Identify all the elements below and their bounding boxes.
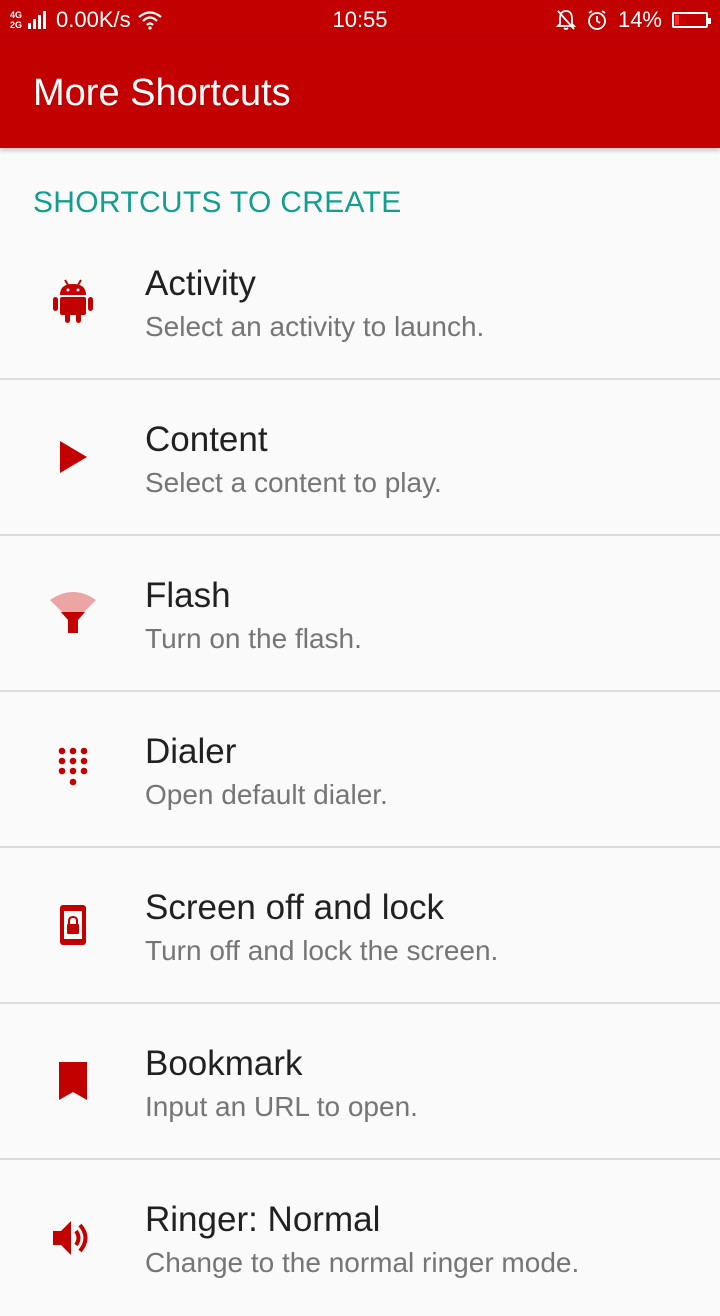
shortcut-list: Activity Select an activity to launch. C… [0,224,720,1316]
list-item-title: Activity [145,264,256,303]
battery-fill [675,15,679,25]
list-item-subtitle: Select an activity to launch. [145,311,485,342]
list-item-ringer[interactable]: Ringer: Normal Change to the normal ring… [0,1160,720,1316]
battery-icon [672,12,711,28]
list-item-subtitle: Turn off and lock the screen. [145,935,499,966]
list-item-title: Bookmark [145,1044,303,1083]
bookmark-icon [48,1056,98,1106]
android-icon [48,276,98,326]
list-item-activity[interactable]: Activity Select an activity to launch. [0,224,720,380]
list-item-title: Screen off and lock [145,888,444,927]
page-title: More Shortcuts [33,72,291,114]
battery-percent: 14% [617,7,662,32]
list-item-bookmark[interactable]: Bookmark Input an URL to open. [0,1004,720,1160]
screen-lock-icon [48,900,98,950]
list-item-subtitle: Open default dialer. [145,779,388,810]
list-item-subtitle: Turn on the flash. [145,623,362,654]
list-item-title: Dialer [145,732,237,771]
bell-off-icon [555,10,576,30]
list-item-subtitle: Select a content to play. [145,467,442,498]
volume-icon [48,1213,98,1263]
list-item-screen-off-lock[interactable]: Screen off and lock Turn off and lock th… [0,848,720,1004]
list-item-title: Content [145,420,268,459]
app-bar: More Shortcuts [0,38,720,148]
status-bar: 4G 2G 0.00K/s 10:55 14% [0,0,720,38]
status-right: 14% [555,7,711,33]
list-item-subtitle: Input an URL to open. [145,1091,418,1122]
list-item-title: Flash [145,576,231,615]
list-item-subtitle: Change to the normal ringer mode. [145,1247,580,1278]
alarm-icon [588,10,606,30]
list-item-dialer[interactable]: Dialer Open default dialer. [0,692,720,848]
list-item-flash[interactable]: Flash Turn on the flash. [0,536,720,692]
flashlight-icon [48,588,98,638]
play-icon [48,432,98,482]
dialpad-icon [48,744,98,794]
list-item-title: Ringer: Normal [145,1200,381,1239]
section-header: SHORTCUTS TO CREATE [33,186,402,219]
list-item-content[interactable]: Content Select a content to play. [0,380,720,536]
